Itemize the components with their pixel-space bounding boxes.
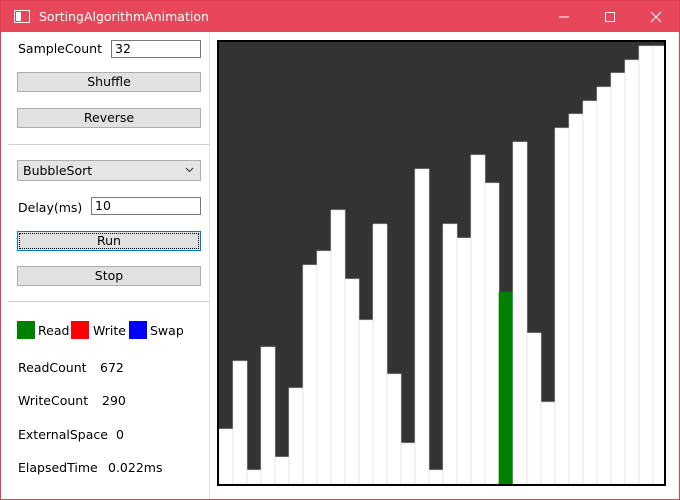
elapsed-time-label: ElapsedTime xyxy=(18,460,98,475)
elapsed-time-value: 0.022ms xyxy=(108,460,163,475)
bar xyxy=(302,264,318,484)
bar xyxy=(274,456,290,484)
bar xyxy=(330,209,346,484)
bar xyxy=(260,346,276,484)
bar xyxy=(344,278,360,484)
read-count-value: 672 xyxy=(100,360,124,375)
bar xyxy=(540,401,556,484)
title-bar[interactable]: SortingAlgorithmAnimation xyxy=(1,1,679,32)
app-window: SortingAlgorithmAnimation SampleCount 32… xyxy=(0,0,680,500)
bar xyxy=(358,319,374,484)
delay-input[interactable]: 10 xyxy=(91,197,201,215)
external-space-value: 0 xyxy=(116,427,124,442)
panel-divider xyxy=(209,32,210,499)
bars-chart xyxy=(219,45,664,484)
bar xyxy=(246,469,262,484)
write-count-value: 290 xyxy=(102,393,126,408)
bar xyxy=(526,332,542,484)
window-title: SortingAlgorithmAnimation xyxy=(39,9,209,24)
section-divider xyxy=(8,144,209,145)
bar xyxy=(414,168,430,484)
bar xyxy=(484,182,500,484)
read-color-swatch xyxy=(17,321,35,339)
external-space-label: ExternalSpace xyxy=(18,427,108,442)
bar xyxy=(400,442,416,484)
run-button[interactable]: Run xyxy=(17,231,201,251)
sample-count-input[interactable]: 32 xyxy=(111,40,201,58)
minimize-button[interactable] xyxy=(541,1,587,32)
write-color-swatch xyxy=(71,321,89,339)
shuffle-button[interactable]: Shuffle xyxy=(17,72,201,92)
bar xyxy=(652,45,664,484)
swap-color-swatch xyxy=(129,321,147,339)
bar xyxy=(316,250,332,484)
bar xyxy=(232,360,248,484)
bar xyxy=(624,59,640,484)
bar xyxy=(638,45,654,484)
maximize-button[interactable] xyxy=(587,1,633,32)
bar xyxy=(582,100,598,484)
chevron-down-icon xyxy=(185,167,194,173)
write-legend-label: Write xyxy=(93,323,127,338)
bar xyxy=(610,72,626,484)
maximize-icon xyxy=(605,12,615,22)
bar xyxy=(512,141,528,484)
reverse-button[interactable]: Reverse xyxy=(17,108,201,128)
bar xyxy=(288,387,304,484)
close-button[interactable] xyxy=(633,1,679,32)
bar xyxy=(456,237,472,484)
bar-highlighted xyxy=(498,291,514,484)
sample-count-label: SampleCount xyxy=(18,41,102,56)
read-legend-label: Read xyxy=(38,323,70,338)
stop-button[interactable]: Stop xyxy=(17,266,201,286)
write-count-label: WriteCount xyxy=(18,393,89,408)
minimize-icon xyxy=(559,16,569,18)
read-count-label: ReadCount xyxy=(18,360,87,375)
swap-legend-label: Swap xyxy=(150,323,184,338)
sort-visualization-canvas xyxy=(217,40,666,486)
bar xyxy=(372,223,388,484)
close-icon xyxy=(650,11,662,23)
delay-label: Delay(ms) xyxy=(18,200,83,215)
bar xyxy=(568,113,584,484)
bar xyxy=(470,154,486,484)
bar xyxy=(596,86,612,484)
bar xyxy=(442,223,458,484)
app-icon xyxy=(14,10,30,23)
bar xyxy=(554,127,570,484)
algorithm-select[interactable]: BubbleSort xyxy=(17,160,201,181)
bar xyxy=(386,373,402,484)
bar xyxy=(428,469,444,484)
section-divider xyxy=(8,301,209,302)
bar xyxy=(219,428,234,484)
algorithm-selected-value: BubbleSort xyxy=(23,163,93,178)
